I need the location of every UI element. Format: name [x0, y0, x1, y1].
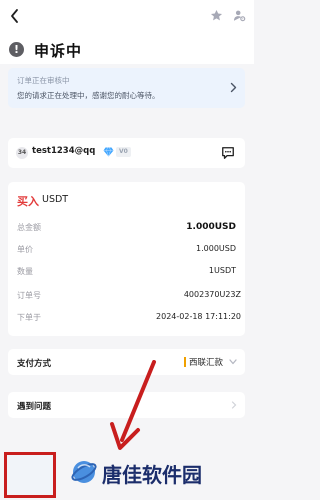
username: test1234@qq — [32, 146, 96, 156]
row-value[interactable]: 4002370U23Z — [184, 290, 241, 299]
chat-icon[interactable] — [221, 146, 235, 160]
page-title: 申诉中 — [34, 42, 83, 60]
chevron-right-icon[interactable] — [230, 82, 237, 93]
row-value: 2024-02-18 17:11:20 — [156, 312, 241, 321]
order-row-order-id: 订单号 4002370U23Z — [8, 290, 245, 302]
counterparty-card: 34 test1234@qq V0 — [8, 138, 245, 168]
top-bar — [0, 0, 254, 34]
row-label: 单价 — [17, 245, 33, 254]
row-label: 下单于 — [17, 313, 41, 322]
row-label: 数量 — [17, 267, 33, 276]
status-header: ! 申诉中 — [0, 34, 254, 64]
watermark-text: 唐佳软件园 — [102, 463, 202, 487]
back-icon[interactable] — [8, 8, 22, 24]
order-card: 买入 USDT 总金额 1.000USD 单价 1.000USD 数量 1USD… — [8, 182, 245, 336]
row-label: 总金额 — [17, 223, 41, 232]
row-value: 1.000USD — [196, 244, 236, 253]
avatar: 34 — [16, 147, 28, 159]
payment-accent-bar — [184, 357, 186, 367]
user-settings-icon[interactable] — [233, 9, 246, 22]
order-row-quantity: 数量 1USDT — [8, 266, 245, 278]
order-row-created: 下单于 2024-02-18 17:11:20 — [8, 312, 245, 324]
payment-value: 西联汇款 — [189, 358, 224, 368]
notice-title: 订单正在审核中 — [17, 76, 70, 85]
issue-label: 遇到问题 — [17, 402, 52, 412]
row-value: 1.000USD — [186, 222, 236, 232]
order-row-price: 单价 1.000USD — [8, 244, 245, 256]
chevron-down-icon[interactable] — [229, 359, 237, 365]
notice-text: 您的请求正在处理中，感谢您的耐心等待。 — [17, 91, 160, 100]
order-row-total: 总金额 1.000USD — [8, 222, 245, 234]
star-icon[interactable] — [210, 9, 223, 22]
annotation-highlight-box — [4, 452, 56, 498]
review-notice[interactable]: 订单正在审核中 您的请求正在处理中，感谢您的耐心等待。 — [8, 68, 245, 108]
chevron-right-icon[interactable] — [231, 401, 237, 409]
diamond-icon — [103, 147, 114, 157]
watermark-logo-icon — [71, 461, 97, 483]
payment-label: 支付方式 — [17, 359, 52, 369]
vip-badge: V0 — [116, 147, 131, 157]
order-asset: USDT — [42, 194, 69, 205]
row-label: 订单号 — [17, 291, 41, 300]
row-value: 1USDT — [208, 266, 236, 275]
annotation-arrow-icon — [110, 360, 156, 450]
order-side: 买入 — [17, 195, 39, 208]
info-icon: ! — [9, 42, 24, 57]
